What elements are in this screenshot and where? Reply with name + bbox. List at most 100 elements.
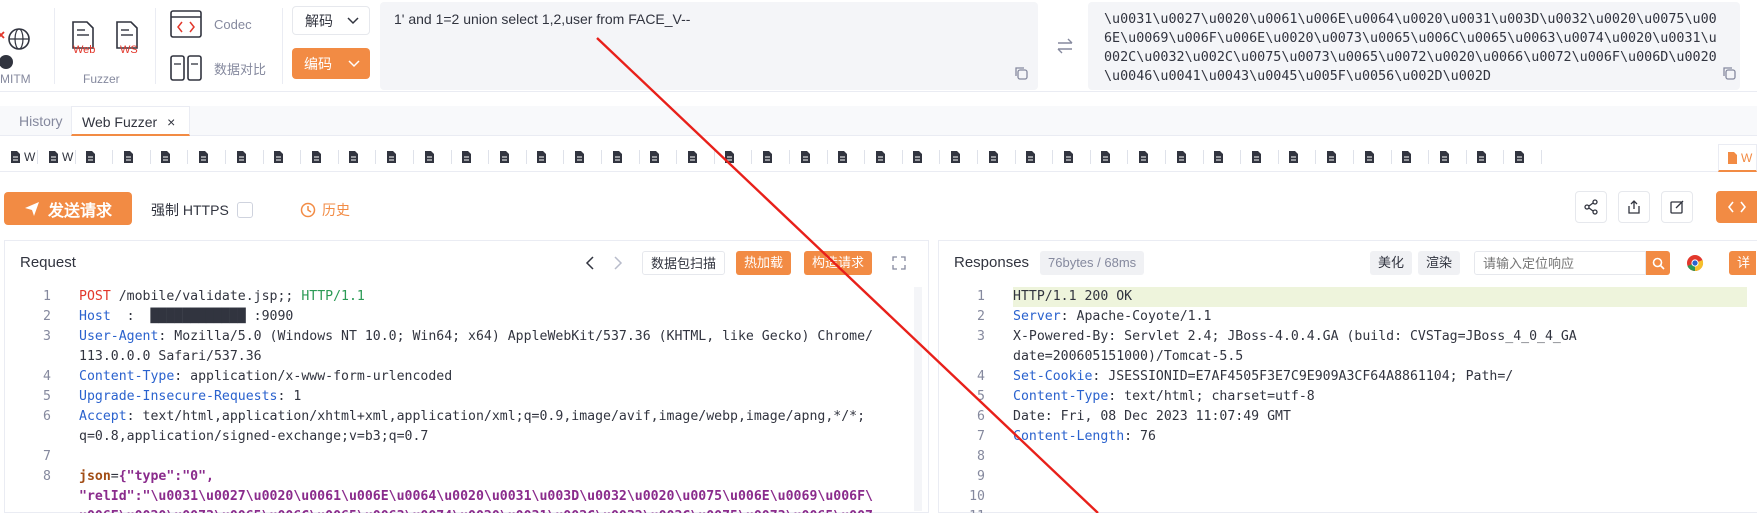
request-tab[interactable] (198, 148, 226, 166)
encode-select[interactable]: 编码 (292, 48, 370, 79)
code-token: u006E\u0020\u0073\u0065\u006C\u0065\u006… (79, 509, 873, 513)
mitm-tool[interactable]: MITM (0, 8, 40, 88)
request-tab[interactable] (1100, 148, 1128, 166)
request-tab[interactable] (123, 148, 151, 166)
send-request-button[interactable]: 发送请求 (4, 192, 132, 225)
request-tab[interactable] (762, 148, 790, 166)
request-tab[interactable] (424, 148, 452, 166)
tab-separator (187, 150, 188, 164)
close-icon[interactable]: × (167, 114, 175, 130)
fuzzer-ws-tool[interactable]: WS (112, 20, 144, 62)
code-token: /mobile/validate.jsp;; (110, 289, 302, 304)
request-tab[interactable] (1063, 148, 1091, 166)
history-button[interactable]: 历史 (300, 200, 350, 220)
request-tab[interactable] (837, 148, 865, 166)
code-line: Content-Type: text/html; charset=utf-8 (1013, 387, 1315, 407)
request-tab[interactable] (85, 148, 113, 166)
swap-arrows-icon[interactable] (1055, 37, 1075, 55)
line-number: 11 (939, 507, 985, 513)
code-token: Accept (79, 409, 127, 424)
hotload-button[interactable]: 热加载 (736, 251, 792, 275)
request-tab[interactable] (160, 148, 188, 166)
request-tab[interactable] (1476, 148, 1504, 166)
request-tab[interactable] (649, 148, 677, 166)
request-tab[interactable] (1288, 148, 1316, 166)
request-tab[interactable] (1025, 148, 1053, 166)
request-tab[interactable] (950, 148, 978, 166)
tab-history[interactable]: History (19, 106, 63, 136)
request-tab[interactable] (1251, 148, 1279, 166)
line-number: 4 (977, 369, 985, 384)
locate-search-button[interactable] (1646, 251, 1670, 275)
render-button[interactable]: 渲染 (1418, 251, 1461, 275)
request-tab[interactable] (1514, 148, 1542, 166)
request-tab[interactable] (1176, 148, 1204, 166)
request-tab[interactable] (1213, 148, 1241, 166)
request-tab[interactable]: W (10, 148, 38, 166)
locate-response-input[interactable] (1474, 251, 1646, 275)
code-line: Accept: text/html,application/xhtml+xml,… (79, 407, 865, 427)
tab-separator (1240, 150, 1241, 164)
decode-select[interactable]: 解码 (292, 6, 370, 35)
request-tab[interactable] (988, 148, 1016, 166)
export-button[interactable] (1618, 191, 1650, 223)
code-view-button[interactable] (1716, 191, 1757, 223)
request-tab[interactable] (1364, 148, 1392, 166)
request-tab[interactable] (499, 148, 527, 166)
diff-button[interactable]: 数据对比 (170, 54, 266, 82)
request-tab[interactable] (311, 148, 339, 166)
share-button[interactable] (1575, 191, 1607, 223)
request-tab[interactable] (574, 148, 602, 166)
detail-button[interactable]: 详 (1729, 251, 1757, 275)
request-tab[interactable] (800, 148, 828, 166)
request-tab[interactable] (1401, 148, 1429, 166)
tab-separator (1428, 150, 1429, 164)
chevron-right-icon[interactable] (613, 256, 623, 270)
beautify-button[interactable]: 美化 (1370, 251, 1413, 275)
request-tab[interactable] (687, 148, 715, 166)
request-tab[interactable] (612, 148, 640, 166)
tab-separator (902, 150, 903, 164)
chevron-left-icon[interactable] (585, 256, 595, 270)
edit-button[interactable] (1661, 191, 1693, 223)
codec-output[interactable]: \u0031\u0027\u0020\u0061\u006E\u0064\u00… (1088, 2, 1740, 90)
fullscreen-icon[interactable] (892, 256, 906, 270)
construct-request-button[interactable]: 构造请求 (804, 251, 873, 275)
request-tab[interactable] (724, 148, 752, 166)
request-tab[interactable] (875, 148, 903, 166)
code-line: Upgrade-Insecure-Requests: 1 (79, 387, 301, 407)
code-line: date=200605151000)/Tomcat-5.5 (1013, 347, 1243, 367)
request-tab[interactable] (348, 148, 376, 166)
fuzzer-web-tool[interactable]: Web (68, 20, 100, 62)
code-line: json={"type":"0", (79, 467, 214, 487)
https-checkbox[interactable] (236, 202, 253, 218)
tab-separator (225, 150, 226, 164)
tab-separator (977, 150, 978, 164)
request-tab[interactable]: W (48, 148, 76, 166)
tab-web-fuzzer-label: Web Fuzzer (82, 114, 158, 130)
request-tab-active[interactable]: W (1718, 144, 1757, 172)
request-tab[interactable] (1326, 148, 1354, 166)
request-tab[interactable] (461, 148, 489, 166)
request-tab[interactable] (273, 148, 301, 166)
codec-input[interactable]: 1' and 1=2 union select 1,2,user from FA… (380, 2, 1038, 90)
code-line: "relId":"\u0031\u0027\u0020\u0061\u006E\… (79, 487, 873, 507)
request-tab[interactable] (912, 148, 940, 166)
line-number: 6 (43, 409, 51, 424)
chrome-icon[interactable] (1686, 254, 1704, 272)
code-token: Content-Type (1013, 389, 1109, 404)
request-tab[interactable] (386, 148, 414, 166)
tab-web-fuzzer[interactable]: Web Fuzzer × (71, 106, 190, 136)
tab-separator (563, 150, 564, 164)
codec-button[interactable]: Codec (170, 10, 252, 38)
request-tab[interactable] (536, 148, 564, 166)
request-tab[interactable] (1138, 148, 1166, 166)
copy-icon[interactable] (1722, 66, 1736, 80)
editor-scrollbar[interactable] (914, 287, 922, 511)
packet-scan-button[interactable]: 数据包扫描 (642, 251, 726, 275)
codec-output-text: \u0031\u0027\u0020\u0061\u006E\u0064\u00… (1104, 12, 1717, 84)
copy-icon[interactable] (1014, 66, 1028, 80)
request-tab[interactable] (1439, 148, 1467, 166)
code-token: : text/html; charset=utf-8 (1108, 389, 1315, 404)
request-tab[interactable] (236, 148, 264, 166)
